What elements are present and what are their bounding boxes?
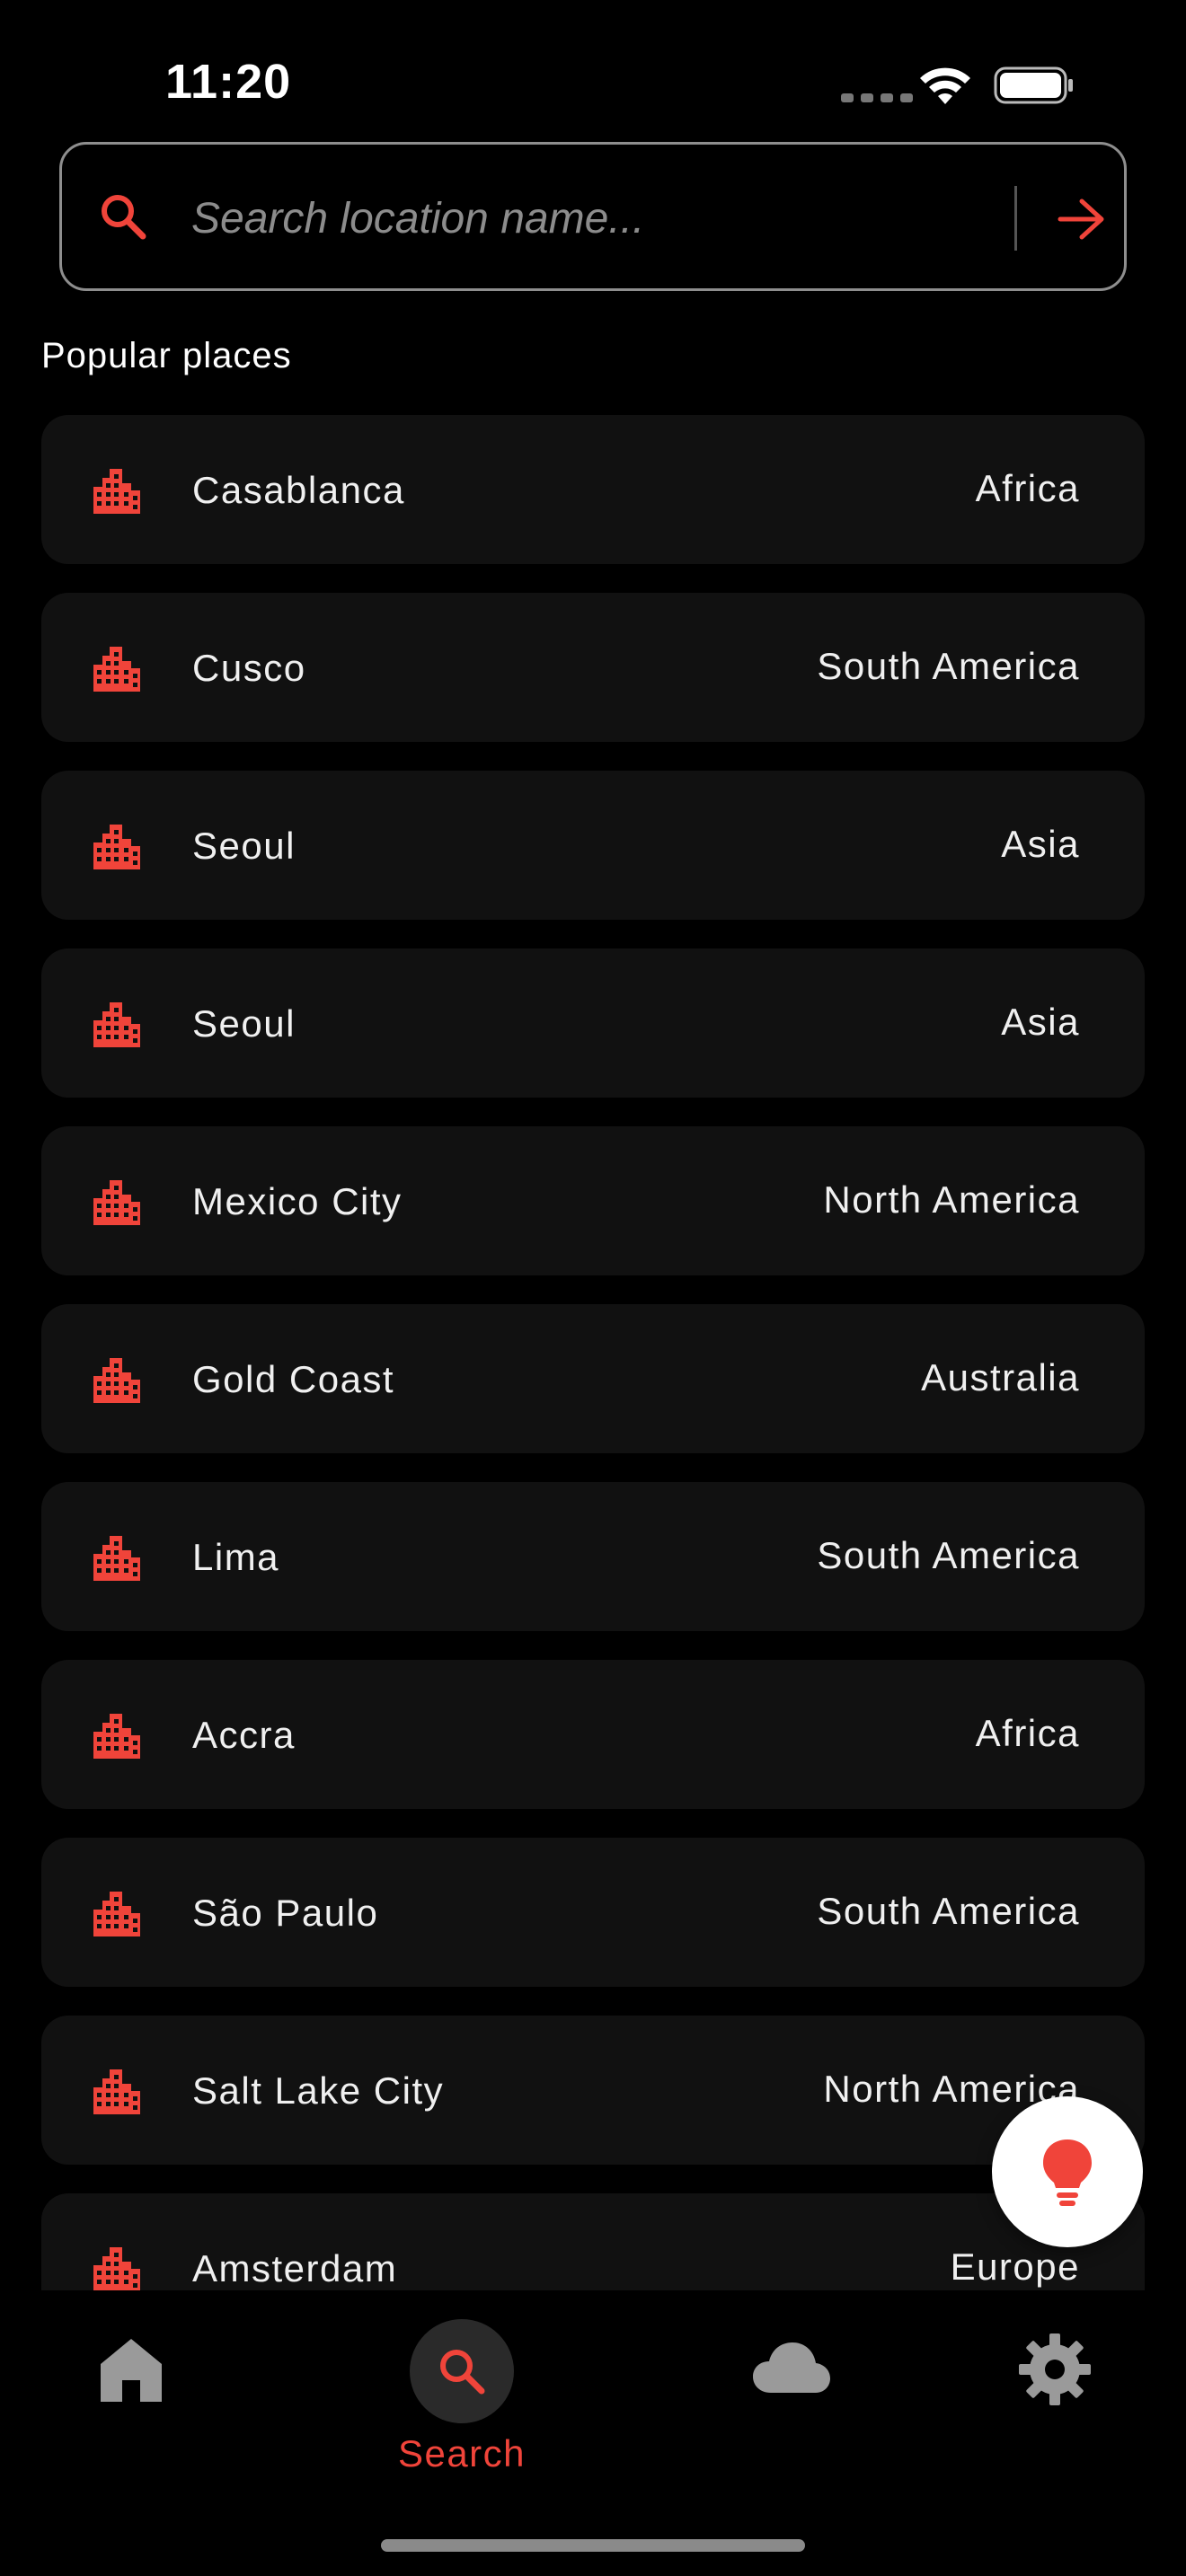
search-bar	[59, 142, 1127, 291]
city-icon	[90, 1175, 144, 1229]
lightbulb-icon	[1043, 2139, 1092, 2206]
battery-icon	[994, 66, 1073, 104]
home-icon	[101, 2339, 162, 2402]
city-icon	[90, 1708, 144, 1762]
section-title: Popular places	[41, 336, 292, 375]
place-name: Casablanca	[192, 469, 405, 511]
place-list-item[interactable]: Amsterdam Europe	[41, 2193, 1145, 2290]
tip-fab-button[interactable]	[992, 2096, 1143, 2247]
nav-search[interactable]: Search	[354, 2308, 570, 2475]
search-divider	[1014, 186, 1017, 251]
place-region: Asia	[1001, 823, 1080, 865]
place-list-item[interactable]: Salt Lake City North America	[41, 2016, 1145, 2165]
place-region: Europe	[950, 2245, 1080, 2288]
cellular-signal-icon	[841, 93, 913, 102]
nav-home[interactable]	[23, 2308, 239, 2470]
city-icon	[90, 1353, 144, 1407]
nav-search-label: Search	[397, 2432, 527, 2475]
city-icon	[90, 463, 144, 517]
place-name: São Paulo	[192, 1892, 379, 1934]
place-region: North America	[823, 1178, 1080, 1221]
search-icon	[440, 2350, 485, 2395]
place-name: Cusco	[192, 647, 306, 689]
place-region: Africa	[975, 1712, 1080, 1754]
place-region: Australia	[921, 1356, 1080, 1398]
bottom-navigation: Search	[0, 2290, 1186, 2576]
nav-settings[interactable]	[947, 2308, 1163, 2470]
arrow-right-icon	[1058, 198, 1104, 240]
place-list-item[interactable]: Mexico City North America	[41, 1126, 1145, 1275]
place-name: Seoul	[192, 1002, 296, 1045]
place-region: South America	[817, 1534, 1080, 1576]
gear-icon	[1019, 2333, 1091, 2405]
place-list-item[interactable]: Gold Coast Australia	[41, 1304, 1145, 1453]
place-name: Accra	[192, 1714, 296, 1756]
place-name: Seoul	[192, 825, 296, 867]
place-name: Salt Lake City	[192, 2069, 445, 2112]
city-icon	[90, 997, 144, 1051]
city-icon	[90, 2064, 144, 2118]
place-name: Lima	[192, 1536, 280, 1578]
city-icon	[90, 2242, 144, 2290]
place-list-item[interactable]: Seoul Asia	[41, 948, 1145, 1098]
nav-weather[interactable]	[683, 2308, 898, 2470]
cloud-icon	[753, 2342, 830, 2393]
place-list-item[interactable]: Cusco South America	[41, 593, 1145, 742]
status-bar: 11:20	[0, 0, 1186, 135]
place-region: Africa	[975, 467, 1080, 509]
place-list-item[interactable]: Accra Africa	[41, 1660, 1145, 1809]
city-icon	[90, 641, 144, 695]
search-submit-button[interactable]	[1041, 179, 1122, 260]
place-list-item[interactable]: Lima South America	[41, 1482, 1145, 1631]
search-input[interactable]	[191, 181, 1054, 256]
popular-places-list[interactable]: Casablanca Africa Cusco South America Seoul A…	[41, 415, 1145, 2290]
place-list-item[interactable]: Seoul Asia	[41, 771, 1145, 920]
city-icon	[90, 819, 144, 873]
place-region: Asia	[1001, 1001, 1080, 1043]
place-list-item[interactable]: São Paulo South America	[41, 1838, 1145, 1987]
home-indicator	[381, 2539, 805, 2552]
city-icon	[90, 1531, 144, 1584]
wifi-icon	[920, 67, 970, 104]
search-icon	[102, 195, 146, 240]
place-region: South America	[817, 645, 1080, 687]
place-name: Mexico City	[192, 1180, 403, 1222]
status-time: 11:20	[165, 55, 292, 109]
place-region: South America	[817, 1890, 1080, 1932]
place-list-item[interactable]: Casablanca Africa	[41, 415, 1145, 564]
place-name: Gold Coast	[192, 1358, 395, 1400]
place-name: Amsterdam	[192, 2247, 398, 2289]
city-icon	[90, 1886, 144, 1940]
